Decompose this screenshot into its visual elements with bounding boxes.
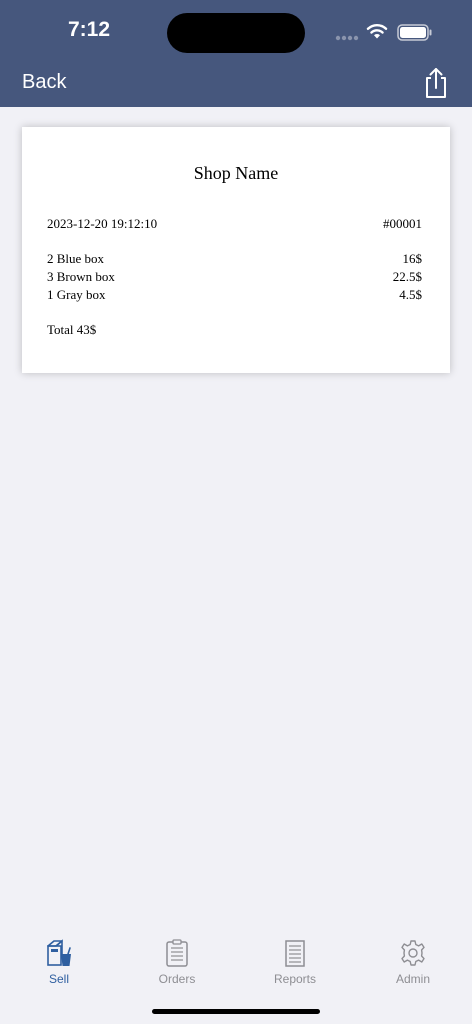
order-number: #00001 xyxy=(383,216,422,231)
tab-sell[interactable]: Sell xyxy=(19,938,99,994)
shop-name: Shop Name xyxy=(193,163,279,183)
battery-icon xyxy=(397,24,432,41)
tab-label: Sell xyxy=(48,972,69,986)
line-item: 1 Gray box 4.5$ xyxy=(47,287,422,303)
receipt-total: Total 43$ xyxy=(47,322,97,337)
dynamic-island xyxy=(167,13,305,53)
tab-label: Reports xyxy=(273,972,317,986)
receipt-datetime: 2023-12-20 19:12:10 xyxy=(47,216,158,231)
tab-orders[interactable]: Orders xyxy=(137,938,217,994)
tab-admin[interactable]: Admin xyxy=(373,938,453,994)
line-item-price: 4.5$ xyxy=(399,287,422,302)
cellular-signal-icon xyxy=(335,35,359,41)
sell-icon xyxy=(47,939,71,966)
tab-reports[interactable]: Reports xyxy=(255,938,335,994)
navigation-bar: 7:12 Back xyxy=(0,0,472,107)
wifi-icon xyxy=(366,24,388,39)
tab-label: Admin xyxy=(395,972,430,986)
receipt-preview: Shop Name 2023-12-20 19:12:10 #00001 2 B… xyxy=(22,127,450,373)
line-item: 3 Brown box 22.5$ xyxy=(47,269,422,285)
receipt-header-row: 2023-12-20 19:12:10 #00001 xyxy=(47,216,422,232)
tab-label: Orders xyxy=(158,972,196,986)
status-time: 7:12 xyxy=(67,18,111,41)
share-icon[interactable] xyxy=(422,66,450,100)
home-indicator xyxy=(152,1009,320,1014)
line-item: 2 Blue box 16$ xyxy=(47,251,422,267)
back-button[interactable]: Back xyxy=(22,71,66,94)
reports-icon xyxy=(285,940,305,967)
receipt-total-row: Total 43$ xyxy=(47,322,422,338)
orders-icon xyxy=(166,939,188,967)
line-item-desc: 3 Brown box xyxy=(47,269,115,284)
line-item-desc: 2 Blue box xyxy=(47,251,105,266)
gear-icon xyxy=(401,940,425,966)
line-item-price: 16$ xyxy=(402,251,423,266)
line-item-price: 22.5$ xyxy=(392,269,422,284)
line-item-desc: 1 Gray box xyxy=(47,287,106,302)
